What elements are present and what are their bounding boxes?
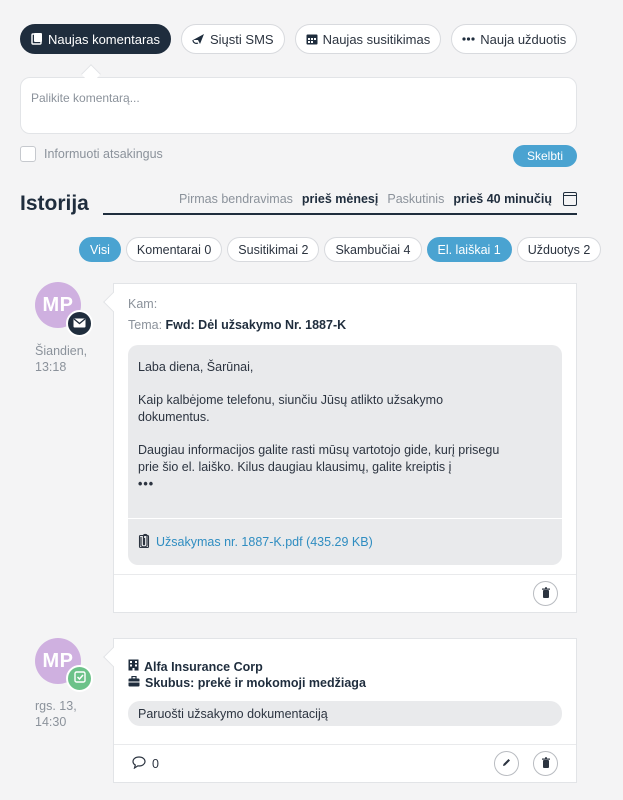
- new-meeting-label: Naujas susitikimas: [322, 31, 431, 47]
- comment-icon: [31, 33, 43, 45]
- pencil-icon: [501, 757, 512, 771]
- task-description: Paruošti užsakymo dokumentaciją: [128, 701, 562, 726]
- edit-button[interactable]: [494, 751, 519, 776]
- email-card-footer: [114, 574, 576, 612]
- send-sms-button[interactable]: Siųsti SMS: [181, 24, 285, 54]
- task-badge: [66, 665, 93, 692]
- email-subject-label: Tema:: [128, 318, 163, 332]
- email-timestamp: Šiandien, 13:18: [35, 343, 87, 375]
- history-title: Istorija: [20, 192, 89, 215]
- email-card: Kam: Tema: Fwd: Dėl užsakymo Nr. 1887-K …: [103, 283, 577, 613]
- history-meta: Pirmas bendravimas prieš mėnesį Paskutin…: [103, 189, 577, 215]
- history-filters: Visi Komentarai 0 Susitikimai 2 Skambuči…: [79, 237, 602, 262]
- email-greeting: Laba diena, Šarūnai,: [138, 360, 254, 374]
- email-paragraph-1: Kaip kalbėjome telefonu, siunčiu Jūsų at…: [138, 393, 444, 424]
- comment-input[interactable]: [31, 91, 566, 105]
- email-to: Kam:: [128, 297, 157, 311]
- filter-emails[interactable]: El. laiškai 1: [426, 237, 512, 262]
- card-pointer: [103, 292, 123, 312]
- notify-option: Informuoti atsakingus: [20, 146, 163, 162]
- trash-icon: [541, 586, 551, 601]
- first-interaction-value: prieš mėnesį: [301, 192, 379, 206]
- task-deal: Skubus: prekė ir mokomoji medžiaga: [128, 675, 366, 690]
- send-sms-label: Siųsti SMS: [210, 31, 274, 47]
- task-card-footer: 0: [114, 744, 576, 782]
- new-comment-label: Naujas komentaras: [48, 31, 160, 47]
- email-expand-ellipsis[interactable]: •••: [138, 476, 552, 493]
- briefcase-icon: [128, 675, 140, 690]
- comment-count[interactable]: 0: [132, 756, 159, 772]
- task-company: Alfa Insurance Corp: [128, 659, 263, 674]
- filter-calls[interactable]: Skambučiai 4: [324, 237, 422, 262]
- comment-box: [20, 77, 577, 134]
- delete-button[interactable]: [533, 751, 558, 776]
- email-to-label: Kam:: [128, 297, 158, 311]
- trash-icon: [541, 756, 551, 771]
- company-name[interactable]: Alfa Insurance Corp: [144, 660, 263, 674]
- deal-name[interactable]: Skubus: prekė ir mokomoji medžiaga: [145, 676, 366, 690]
- action-toolbar: Naujas komentaras Siųsti SMS Naujas susi…: [20, 24, 578, 54]
- speech-bubble-icon: [132, 756, 146, 772]
- new-meeting-button[interactable]: Naujas susitikimas: [294, 24, 442, 54]
- email-time: 13:18: [35, 360, 67, 374]
- envelope-icon: [73, 316, 86, 331]
- dots-icon: [462, 37, 475, 41]
- new-task-button[interactable]: Nauja užduotis: [451, 24, 578, 54]
- filter-comments[interactable]: Komentarai 0: [125, 237, 223, 262]
- task-timestamp: rgs. 13, 14:30: [35, 698, 77, 730]
- email-date: Šiandien,: [35, 344, 88, 358]
- email-body: Laba diena, Šarūnai, Kaip kalbėjome tele…: [128, 345, 562, 565]
- first-interaction-label: Pirmas bendravimas: [178, 192, 293, 206]
- filter-meetings[interactable]: Susitikimai 2: [227, 237, 320, 262]
- notify-label: Informuoti atsakingus: [44, 147, 163, 161]
- email-badge: [66, 310, 93, 337]
- send-icon: [192, 33, 205, 45]
- notify-checkbox[interactable]: [20, 146, 36, 162]
- publish-button[interactable]: Skelbti: [513, 145, 577, 167]
- calendar-icon[interactable]: [563, 192, 577, 206]
- delete-button[interactable]: [533, 581, 558, 606]
- task-check-icon: [73, 671, 86, 686]
- task-time: 14:30: [35, 715, 67, 729]
- email-subject: Tema: Fwd: Dėl užsakymo Nr. 1887-K: [128, 318, 346, 332]
- new-comment-button[interactable]: Naujas komentaras: [20, 24, 171, 54]
- attachment-link[interactable]: Užsakymas nr. 1887-K.pdf (435.29 KB): [156, 535, 373, 549]
- email-subject-text: Fwd: Dėl užsakymo Nr. 1887-K: [165, 318, 347, 332]
- new-task-label: Nauja užduotis: [480, 31, 567, 47]
- building-icon: [128, 659, 139, 674]
- filter-tasks[interactable]: Užduotys 2: [516, 237, 602, 262]
- task-card: Alfa Insurance Corp Skubus: prekė ir mok…: [103, 638, 577, 783]
- filter-all[interactable]: Visi: [79, 237, 121, 262]
- email-paragraph-2: Daugiau informacijos galite rasti mūsų v…: [138, 443, 500, 474]
- paperclip-icon: [138, 533, 150, 552]
- task-date: rgs. 13,: [35, 699, 77, 713]
- comment-count-value: 0: [152, 757, 159, 771]
- last-interaction-label: Paskutinis: [387, 192, 445, 206]
- calendar-icon: [306, 33, 318, 45]
- last-interaction-value: prieš 40 minučių: [453, 192, 552, 206]
- email-attachment[interactable]: Užsakymas nr. 1887-K.pdf (435.29 KB): [128, 518, 562, 565]
- card-pointer: [103, 647, 123, 667]
